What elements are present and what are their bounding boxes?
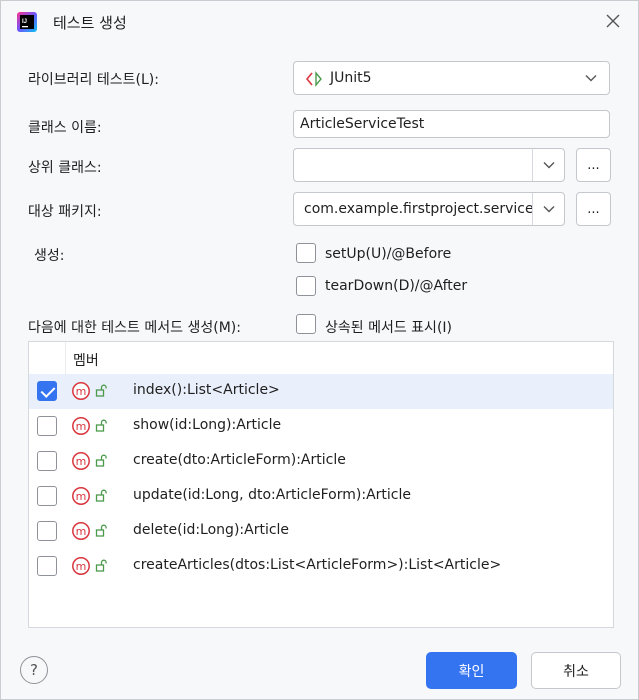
unlocked-icon: [95, 384, 107, 397]
table-row[interactable]: m create(dto:ArticleForm):Article: [29, 444, 613, 479]
member-checkbox[interactable]: [37, 556, 57, 576]
chevron-down-icon: [543, 162, 555, 169]
table-row[interactable]: m index():List<Article>: [29, 374, 613, 409]
members-table: 멤버 m index():List<Article> m show(id:Long):…: [28, 341, 614, 628]
close-icon: [606, 14, 620, 28]
member-signature: index():List<Article>: [133, 382, 280, 398]
member-signature: update(id:Long, dto:ArticleForm):Article: [133, 487, 411, 503]
members-table-header: 멤버: [29, 342, 613, 374]
superclass-select[interactable]: [293, 148, 565, 182]
class-name-value: ArticleServiceTest: [300, 116, 425, 132]
member-checkbox[interactable]: [37, 381, 57, 401]
dialog-title: 테스트 생성: [53, 14, 127, 32]
table-row[interactable]: m delete(id:Long):Article: [29, 514, 613, 549]
unlocked-icon: [95, 524, 107, 537]
chevron-down-icon: [585, 75, 597, 82]
svg-text:m: m: [76, 455, 87, 468]
unlocked-icon: [95, 559, 107, 572]
table-row[interactable]: m show(id:Long):Article: [29, 409, 613, 444]
teardown-label: tearDown(D)/@After: [325, 278, 468, 294]
svg-text:m: m: [76, 525, 87, 538]
member-checkbox[interactable]: [37, 521, 57, 541]
title-bar: IJ 테스트 생성: [1, 1, 638, 43]
superclass-dropdown-arrow[interactable]: [533, 149, 565, 181]
member-checkbox[interactable]: [37, 486, 57, 506]
method-icon: m: [72, 487, 90, 505]
close-button[interactable]: [602, 10, 624, 32]
cancel-button[interactable]: 취소: [531, 652, 621, 689]
header-column-separator: [65, 342, 66, 374]
svg-text:m: m: [76, 490, 87, 503]
teardown-checkbox[interactable]: [296, 276, 316, 296]
package-browse-button[interactable]: ...: [576, 192, 611, 226]
table-row[interactable]: m createArticles(dtos:List<ArticleForm>):…: [29, 549, 613, 584]
generate-label: 생성:: [34, 248, 65, 264]
intellij-app-icon: IJ: [17, 12, 37, 32]
member-checkbox[interactable]: [37, 416, 57, 436]
member-signature: show(id:Long):Article: [133, 417, 282, 433]
library-value: JUnit5: [330, 70, 372, 86]
member-signature: delete(id:Long):Article: [133, 522, 290, 538]
methods-for-label: 다음에 대한 테스트 메서드 생성(M):: [28, 320, 241, 336]
package-value: com.example.firstproject.service: [304, 201, 534, 217]
library-dropdown-arrow[interactable]: [575, 62, 607, 94]
package-dropdown-arrow[interactable]: [533, 193, 565, 225]
svg-text:IJ: IJ: [22, 19, 27, 25]
setup-checkbox[interactable]: [296, 243, 316, 263]
members-header-label: 멤버: [73, 353, 99, 369]
method-icon: m: [72, 557, 90, 575]
unlocked-icon: [95, 454, 107, 467]
help-button[interactable]: ?: [20, 656, 48, 684]
svg-text:m: m: [76, 560, 87, 573]
create-test-dialog: IJ 테스트 생성 라이브러리 테스트(L): JUnit5 클래스 이름: A…: [0, 0, 639, 700]
show-inherited-label: 상속된 메서드 표시(I): [325, 320, 452, 336]
setup-label: setUp(U)/@Before: [325, 246, 452, 262]
unlocked-icon: [95, 489, 107, 502]
chevron-down-icon: [543, 206, 555, 213]
member-signature: create(dto:ArticleForm):Article: [133, 452, 346, 468]
method-icon: m: [72, 452, 90, 470]
svg-text:m: m: [76, 420, 87, 433]
ok-button[interactable]: 확인: [426, 652, 517, 689]
show-inherited-checkbox[interactable]: [296, 314, 316, 334]
unlocked-icon: [95, 419, 107, 432]
method-icon: m: [72, 522, 90, 540]
svg-text:m: m: [76, 385, 87, 398]
method-icon: m: [72, 417, 90, 435]
superclass-label: 상위 클래스:: [28, 160, 102, 176]
library-label: 라이브러리 테스트(L):: [28, 72, 159, 88]
library-select[interactable]: JUnit5: [293, 61, 610, 95]
junit-icon: [306, 71, 322, 87]
table-row[interactable]: m update(id:Long, dto:ArticleForm):Articl…: [29, 479, 613, 514]
member-signature: createArticles(dtos:List<ArticleForm>):L…: [133, 557, 502, 573]
class-name-input[interactable]: ArticleServiceTest: [293, 110, 610, 138]
method-icon: m: [72, 382, 90, 400]
member-checkbox[interactable]: [37, 451, 57, 471]
superclass-browse-button[interactable]: ...: [576, 148, 611, 182]
package-select[interactable]: com.example.firstproject.service: [293, 192, 565, 226]
package-label: 대상 패키지:: [28, 204, 102, 220]
class-name-label: 클래스 이름:: [28, 120, 102, 136]
